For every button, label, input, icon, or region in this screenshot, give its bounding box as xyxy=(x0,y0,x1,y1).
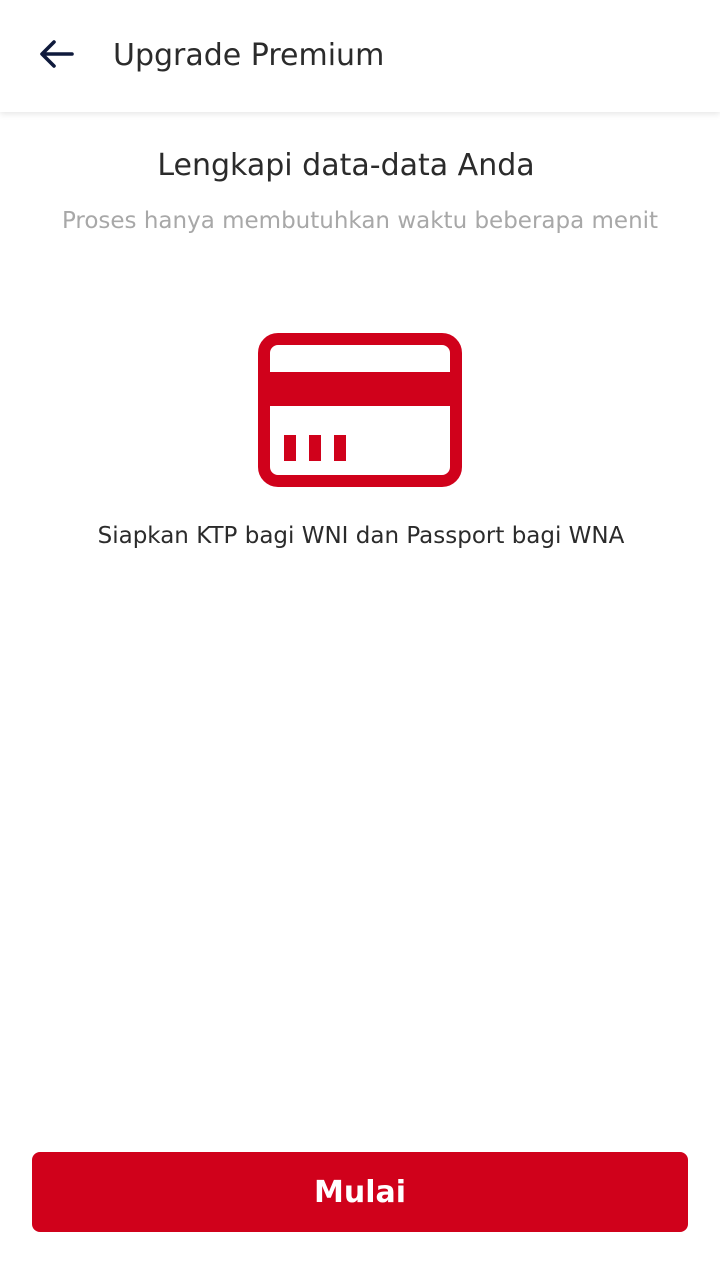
start-button[interactable]: Mulai xyxy=(32,1152,688,1232)
section-heading: Lengkapi data-data Anda xyxy=(157,148,535,183)
instruction-text: Siapkan KTP bagi WNI dan Passport bagi W… xyxy=(97,523,625,549)
back-button[interactable] xyxy=(24,28,88,84)
page-title: Upgrade Premium xyxy=(113,38,385,73)
arrow-left-icon xyxy=(38,39,74,73)
app-bar: Upgrade Premium xyxy=(0,0,720,112)
section-subheading: Proses hanya membutuhkan waktu beberapa … xyxy=(61,208,659,234)
id-card-icon xyxy=(258,333,462,487)
upgrade-premium-screen: Upgrade Premium Lengkapi data-data Anda … xyxy=(0,0,720,1280)
